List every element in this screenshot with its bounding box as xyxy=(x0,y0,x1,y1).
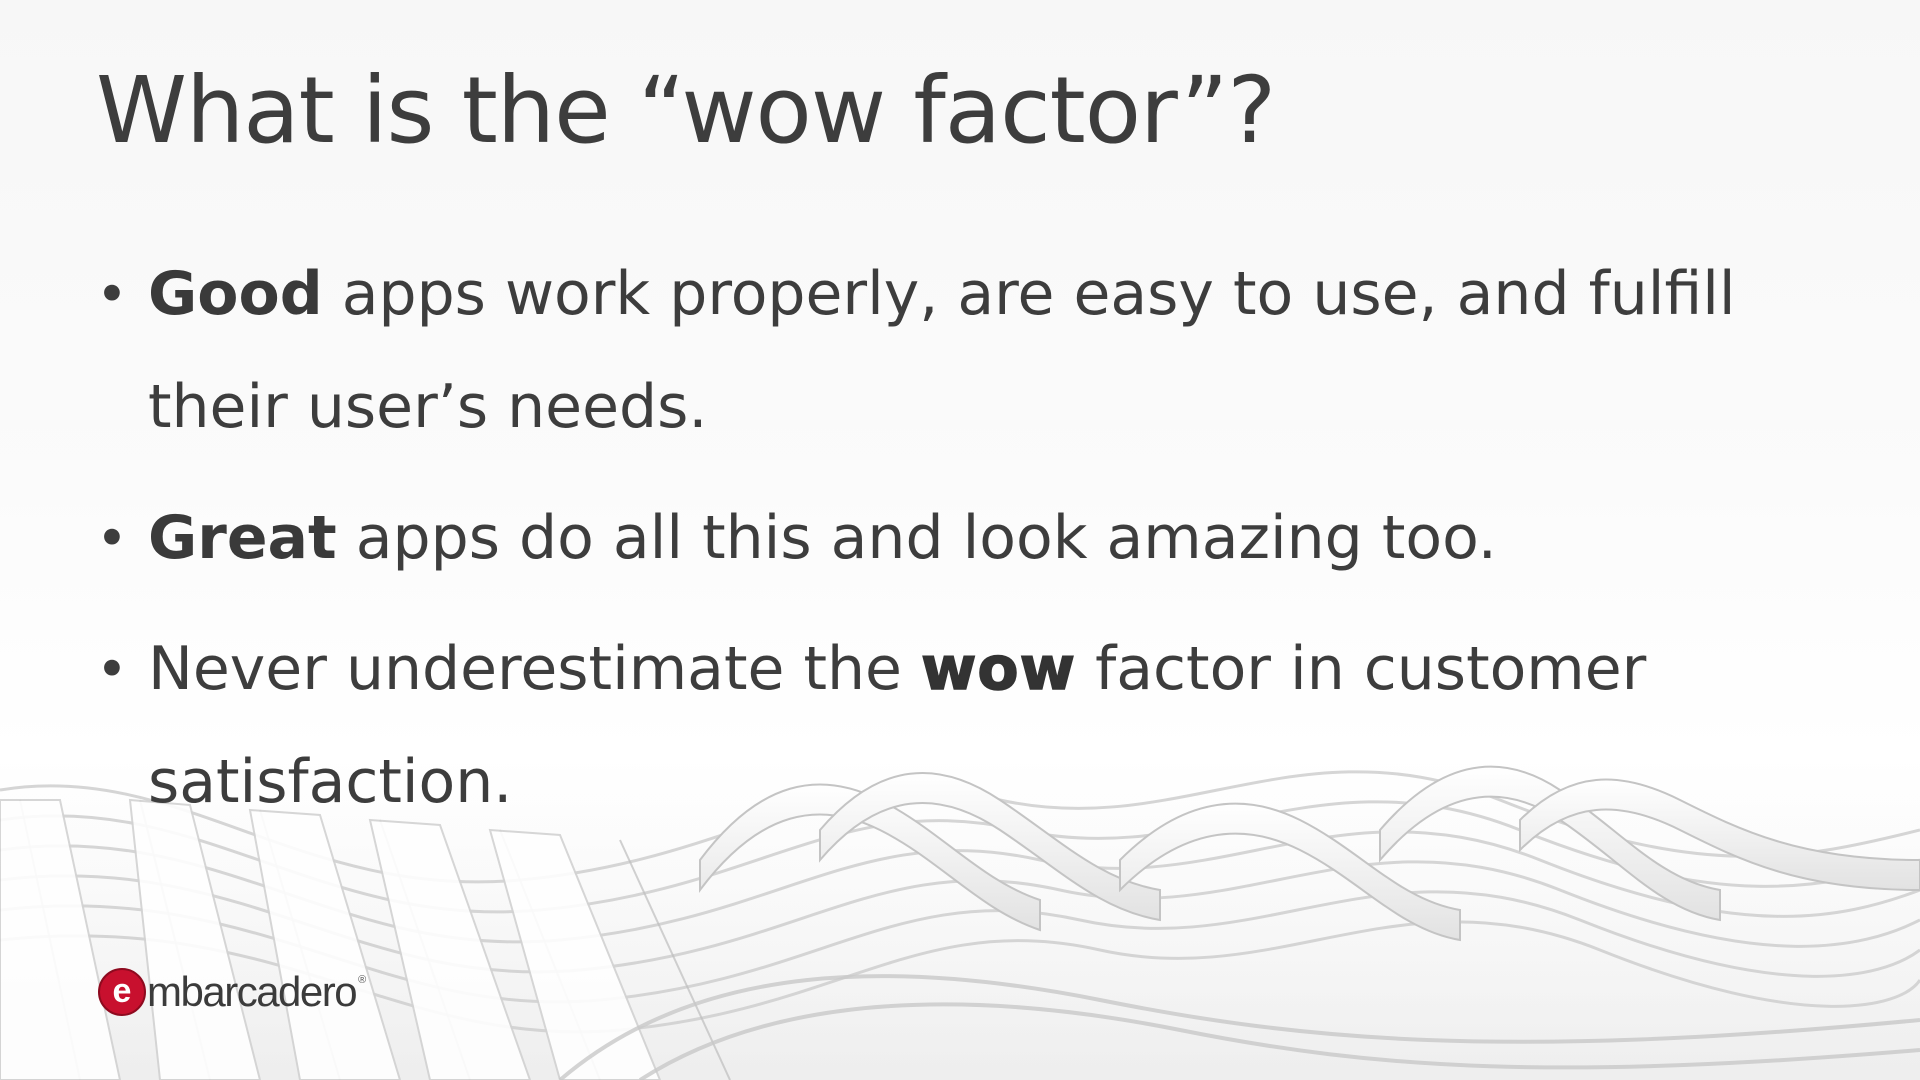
bullet-list: • Good apps work properly, are easy to u… xyxy=(96,238,1756,857)
bullet-text: Never underestimate the wow factor in cu… xyxy=(148,633,1646,817)
bullet-text: Good apps work properly, are easy to use… xyxy=(148,259,1736,442)
bullet-dot: • xyxy=(96,638,128,701)
bullet-body-great: apps do all this and look amazing too. xyxy=(336,503,1497,573)
bold-lead-good: Good xyxy=(148,259,323,329)
registered-mark: ® xyxy=(358,974,367,986)
bullet-dot: • xyxy=(96,507,128,570)
slide: What is the “wow factor”? • Good apps wo… xyxy=(0,0,1920,1080)
bullet-text: Great apps do all this and look amazing … xyxy=(148,503,1497,573)
embarcadero-logo: e mbarcadero ® xyxy=(98,966,366,1018)
bullet-good: • Good apps work properly, are easy to u… xyxy=(96,238,1756,464)
bullet-great: • Great apps do all this and look amazin… xyxy=(96,482,1756,595)
wow-emphasis: wow xyxy=(920,633,1077,705)
bullet-body-wow-before: Never underestimate the xyxy=(148,634,921,704)
slide-title: What is the “wow factor”? xyxy=(96,57,1276,164)
bullet-dot: • xyxy=(96,263,128,326)
logo-mark-letter: e xyxy=(113,972,132,1010)
embarcadero-e-logo-icon: e xyxy=(98,968,146,1016)
logo-wordmark: mbarcadero xyxy=(147,968,358,1015)
bullet-body-good: apps work properly, are easy to use, and… xyxy=(148,259,1736,442)
bold-lead-great: Great xyxy=(148,503,337,573)
bullet-wow: • Never underestimate the wow factor in … xyxy=(96,613,1756,839)
